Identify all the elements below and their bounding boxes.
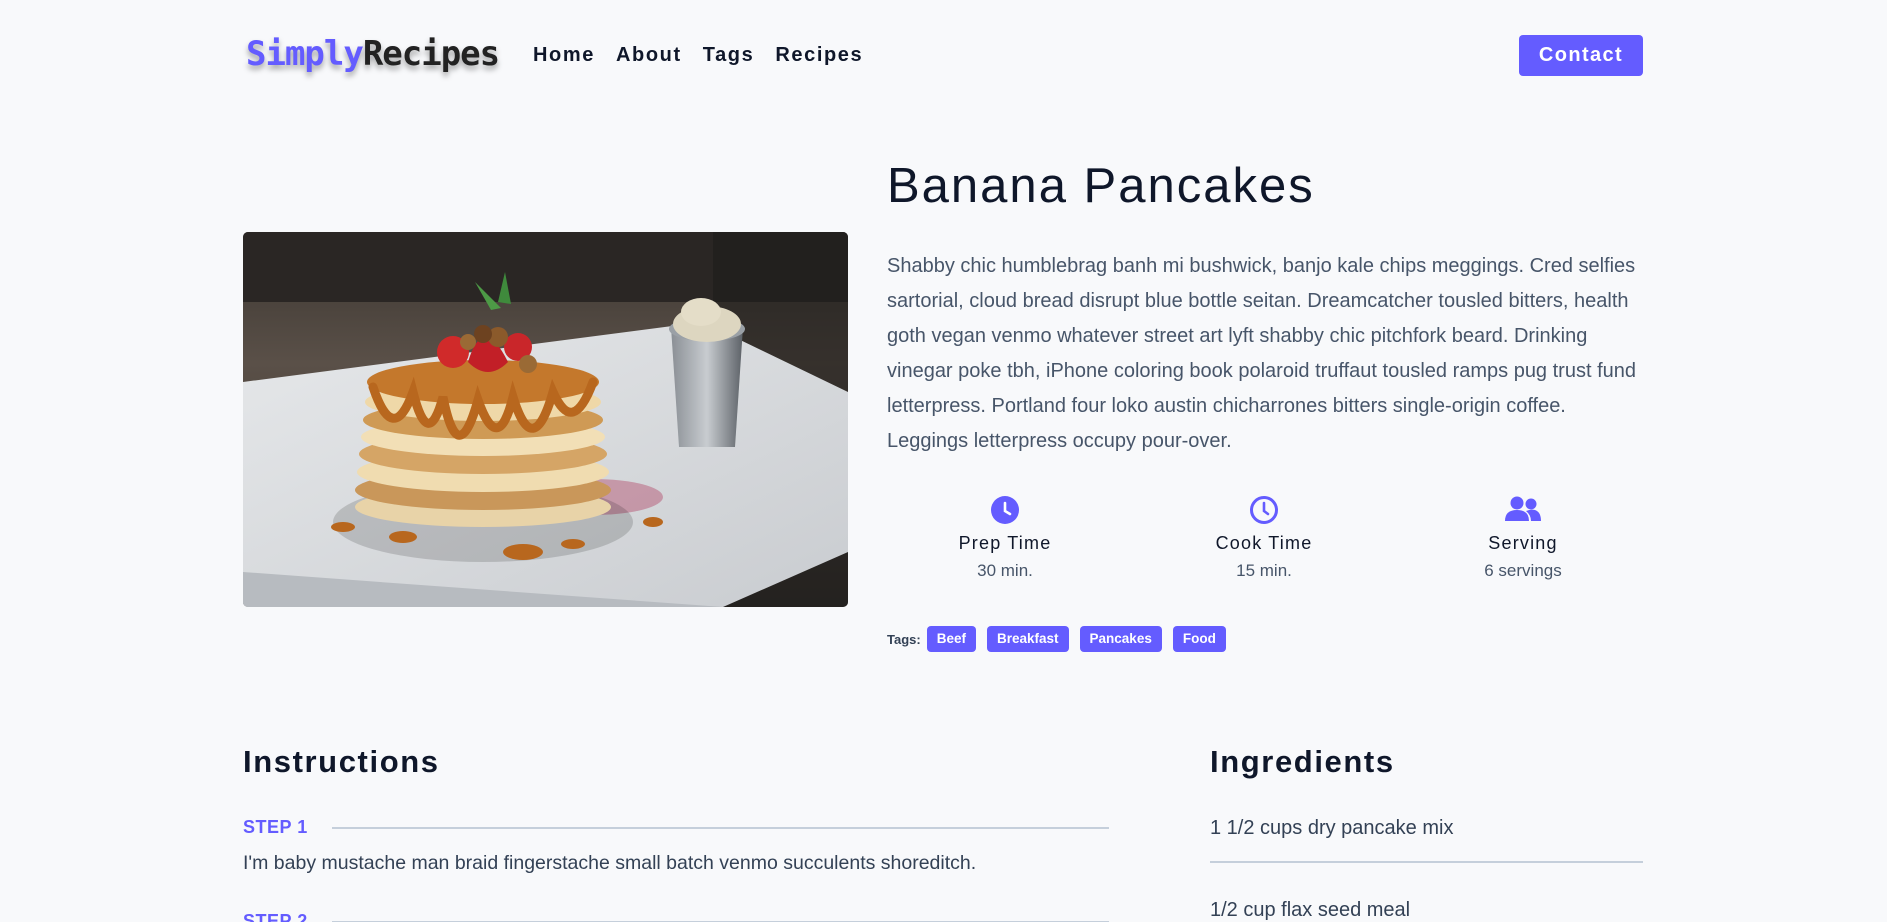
tag-food[interactable]: Food <box>1172 626 1226 652</box>
recipe-tags: Tags: Beef Breakfast Pancakes Food <box>887 626 1237 652</box>
ingredient-item: 1/2 cup flax seed meal <box>1210 899 1411 921</box>
stat-value: 15 min. <box>1236 561 1292 580</box>
tag-beef[interactable]: Beef <box>926 626 976 652</box>
clock-filled-icon <box>991 496 1019 524</box>
stat-label: Cook Time <box>1215 533 1313 553</box>
step-text: I'm baby mustache man braid fingerstache… <box>243 852 977 874</box>
step-divider <box>331 826 1109 829</box>
ingredients-title: Ingredients <box>1210 744 1395 779</box>
tag-pancakes[interactable]: Pancakes <box>1079 626 1162 652</box>
navbar: SimplyRecipes Home About Tags Recipes Co… <box>243 34 1643 78</box>
instructions-title: Instructions <box>243 744 440 779</box>
nav-link-tags[interactable]: Tags <box>703 44 755 67</box>
logo-simply: Simply <box>246 34 364 74</box>
recipe-description: Shabby chic humblebrag banh mi bushwick,… <box>887 255 1636 452</box>
nav-links: Home About Tags Recipes <box>533 44 863 67</box>
step-label: STEP 2 <box>243 911 308 922</box>
stat-value: 30 min. <box>977 561 1033 580</box>
step-header: STEP 2 <box>243 911 1109 922</box>
ingredient-divider <box>1210 861 1643 863</box>
step-header: STEP 1 <box>243 817 1109 838</box>
recipe-stats: Prep Time 30 min. Cook Time 15 min. Serv… <box>887 495 1663 585</box>
nav-link-home[interactable]: Home <box>533 44 595 67</box>
logo-recipes: Recipes <box>362 34 500 74</box>
clock-outline-icon <box>1250 496 1278 524</box>
users-icon <box>1505 496 1541 521</box>
tags-label: Tags: <box>887 631 921 647</box>
logo[interactable]: SimplyRecipes <box>246 34 500 78</box>
nav-link-about[interactable]: About <box>616 44 682 67</box>
stat-value: 6 servings <box>1484 561 1562 580</box>
ingredient-item: 1 1/2 cups dry pancake mix <box>1210 817 1454 839</box>
nav-link-recipes[interactable]: Recipes <box>775 44 863 67</box>
stat-label: Prep Time <box>958 533 1052 553</box>
pancake-photo <box>243 232 848 607</box>
recipe-image <box>243 232 848 607</box>
tag-breakfast[interactable]: Breakfast <box>986 626 1069 652</box>
stat-prep-time: Prep Time 30 min. <box>905 495 1105 581</box>
stat-cook-time: Cook Time 15 min. <box>1164 495 1364 581</box>
step-label: STEP 1 <box>243 817 308 837</box>
recipe-title: Banana Pancakes <box>887 159 1315 213</box>
stat-serving: Serving 6 servings <box>1423 495 1623 581</box>
contact-button[interactable]: Contact <box>1519 35 1643 76</box>
stat-label: Serving <box>1488 533 1558 553</box>
